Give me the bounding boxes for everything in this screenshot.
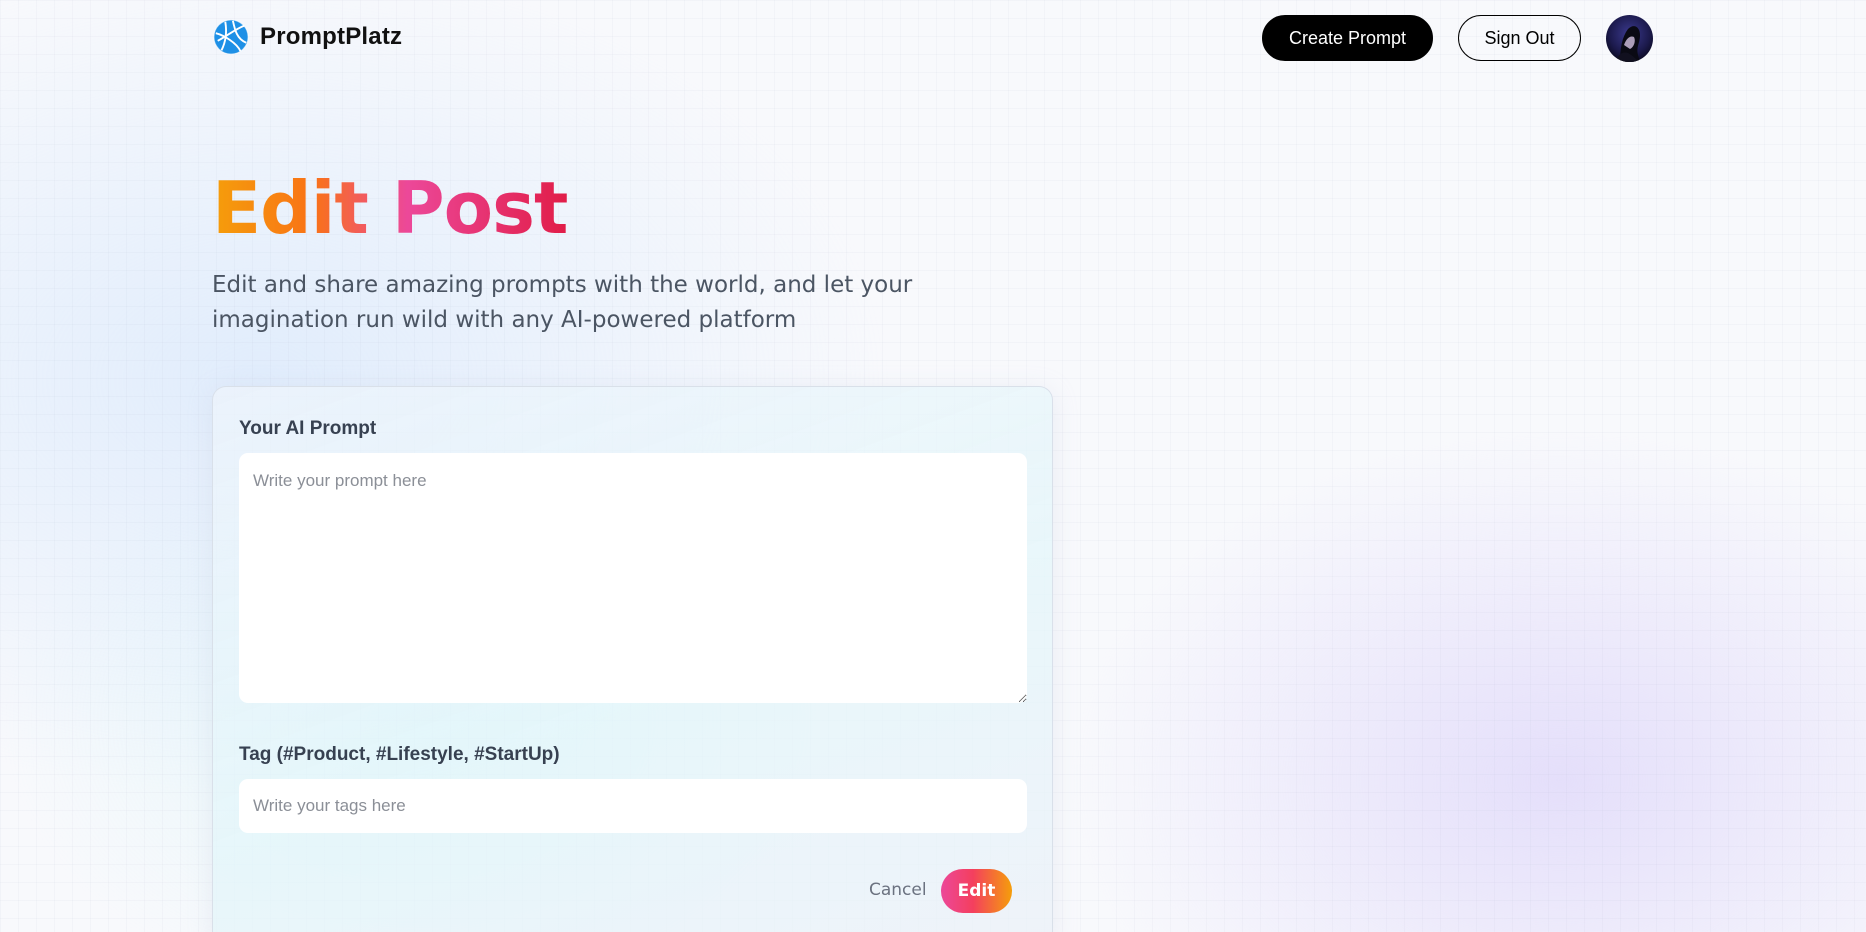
user-avatar[interactable]	[1606, 15, 1653, 62]
prompt-textarea[interactable]	[239, 453, 1027, 703]
sign-out-button[interactable]: Sign Out	[1458, 15, 1581, 61]
page-title: Edit Post	[212, 166, 568, 250]
tag-label: Tag (#Product, #Lifestyle, #StartUp)	[239, 744, 560, 765]
edit-submit-button[interactable]: Edit	[941, 869, 1012, 913]
prompt-label: Your AI Prompt	[239, 418, 377, 439]
top-nav: PromptPlatz Create Prompt Sign Out	[0, 0, 1866, 76]
globe-icon	[213, 19, 249, 55]
profile-image-icon	[1606, 15, 1653, 62]
page-description: Edit and share amazing prompts with the …	[212, 272, 913, 333]
brand-link[interactable]: PromptPlatz	[212, 18, 402, 56]
edit-post-form: Your AI Prompt Tag (#Product, #Lifestyle…	[212, 386, 1053, 932]
cancel-button[interactable]: Cancel	[869, 880, 927, 900]
tag-input[interactable]	[239, 779, 1027, 833]
create-prompt-button[interactable]: Create Prompt	[1262, 15, 1433, 61]
brand-name: PromptPlatz	[260, 23, 403, 50]
